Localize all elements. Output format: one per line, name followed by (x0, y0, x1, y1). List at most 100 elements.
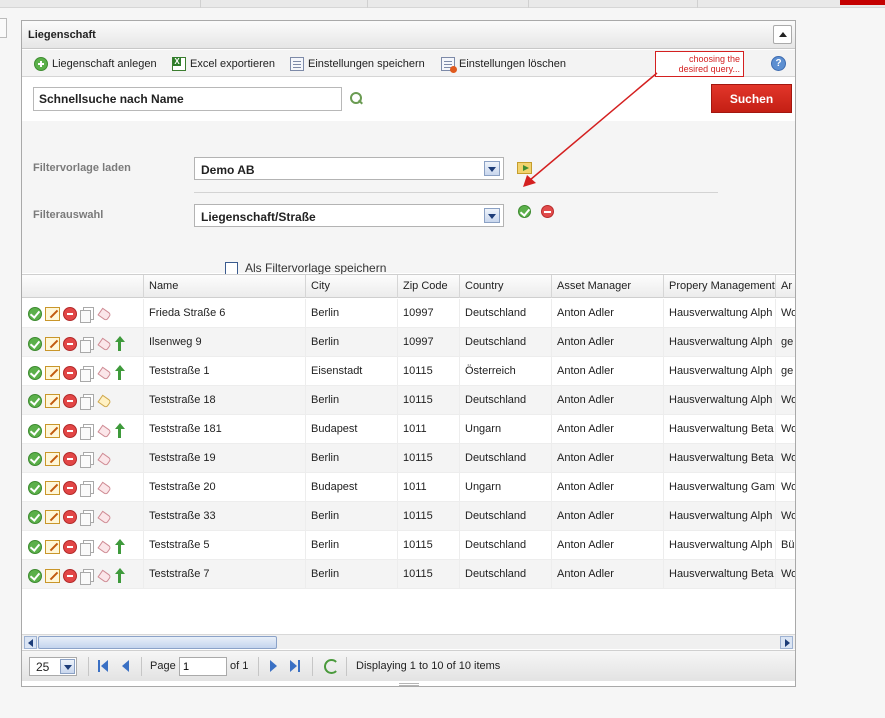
filter-selection-select[interactable]: Liegenschaft/Straße (194, 204, 504, 227)
activate-icon[interactable] (28, 307, 42, 321)
header-col-asset-manager[interactable]: Asset Manager (552, 275, 664, 298)
table-row[interactable]: Teststraße 18 Berlin 10115 Deutschland Anton… (22, 386, 795, 415)
delete-icon[interactable] (63, 307, 77, 321)
previous-page-icon[interactable] (118, 660, 132, 673)
activate-icon[interactable] (28, 423, 42, 438)
search-button[interactable]: Suchen (711, 84, 792, 113)
search-options-icon[interactable] (350, 92, 364, 106)
delete-icon[interactable] (63, 423, 77, 438)
tag-icon[interactable] (97, 570, 111, 582)
tag-icon[interactable] (97, 367, 111, 379)
activate-icon[interactable] (28, 336, 42, 351)
export-excel-button[interactable]: Excel exportieren (172, 55, 275, 72)
edit-icon[interactable] (45, 365, 60, 380)
resize-grip[interactable] (399, 683, 419, 686)
copy-icon[interactable] (80, 307, 94, 323)
refresh-icon[interactable] (324, 659, 339, 674)
edit-icon[interactable] (45, 394, 60, 408)
edit-icon[interactable] (45, 481, 60, 495)
header-col-city[interactable]: City (306, 275, 398, 298)
scroll-left-icon[interactable] (24, 636, 37, 649)
quick-search-input[interactable] (33, 87, 342, 111)
arrow-up-icon[interactable] (114, 336, 126, 351)
copy-icon[interactable] (80, 423, 94, 440)
page-number-input[interactable] (179, 657, 227, 676)
edit-icon[interactable] (45, 307, 60, 321)
remove-filter-icon[interactable] (541, 205, 554, 218)
copy-icon[interactable] (80, 539, 94, 556)
delete-icon[interactable] (63, 510, 77, 524)
delete-icon[interactable] (63, 539, 77, 554)
last-page-icon[interactable] (287, 660, 301, 673)
activate-icon[interactable] (28, 452, 42, 466)
table-row[interactable]: Teststraße 20 Budapest 1011 Ungarn Anton Adl… (22, 473, 795, 502)
arrow-up-icon[interactable] (114, 568, 126, 583)
delete-icon[interactable] (63, 452, 77, 466)
activate-icon[interactable] (28, 365, 42, 380)
delete-settings-button[interactable]: Einstellungen löschen (441, 55, 566, 73)
header-col-property-management[interactable]: Propery Management (664, 275, 776, 298)
chevron-down-icon[interactable] (484, 161, 500, 176)
delete-icon[interactable] (63, 336, 77, 351)
header-col-zip[interactable]: Zip Code (398, 275, 460, 298)
activate-icon[interactable] (28, 510, 42, 524)
header-col-country[interactable]: Country (460, 275, 552, 298)
tag-icon[interactable] (97, 395, 111, 407)
add-property-button[interactable]: Liegenschaft anlegen (34, 55, 157, 72)
activate-icon[interactable] (28, 394, 42, 408)
activate-icon[interactable] (28, 539, 42, 554)
first-page-icon[interactable] (97, 660, 111, 673)
arrow-up-icon[interactable] (114, 365, 126, 380)
arrow-up-icon[interactable] (114, 539, 126, 554)
help-icon[interactable]: ? (771, 56, 786, 71)
copy-icon[interactable] (80, 481, 94, 497)
tag-icon[interactable] (97, 308, 111, 320)
table-row[interactable]: Teststraße 19 Berlin 10115 Deutschland Anton… (22, 444, 795, 473)
chevron-down-icon[interactable] (484, 208, 500, 223)
delete-icon[interactable] (63, 481, 77, 495)
tag-icon[interactable] (97, 425, 111, 437)
horizontal-scrollbar[interactable] (22, 634, 795, 649)
header-col-extra[interactable]: Ar (776, 275, 795, 298)
copy-icon[interactable] (80, 452, 94, 468)
edit-icon[interactable] (45, 568, 60, 583)
delete-icon[interactable] (63, 568, 77, 583)
copy-icon[interactable] (80, 394, 94, 410)
chevron-down-icon[interactable] (60, 659, 75, 674)
arrow-up-icon[interactable] (114, 423, 126, 438)
edit-icon[interactable] (45, 510, 60, 524)
tag-icon[interactable] (97, 338, 111, 350)
tag-icon[interactable] (97, 511, 111, 523)
tag-icon[interactable] (97, 453, 111, 465)
table-row[interactable]: Teststraße 7 Berlin 10115 Deutschland Anton … (22, 560, 795, 589)
delete-icon[interactable] (63, 365, 77, 380)
scroll-right-icon[interactable] (780, 636, 793, 649)
load-template-icon[interactable] (517, 162, 532, 174)
table-row[interactable]: Frieda Straße 6 Berlin 10997 Deutschland Ant… (22, 299, 795, 328)
copy-icon[interactable] (80, 510, 94, 526)
collapse-panel-button[interactable] (773, 25, 792, 44)
left-edge-tab[interactable] (0, 18, 7, 38)
header-col-name[interactable]: Name (144, 275, 306, 298)
edit-icon[interactable] (45, 336, 60, 351)
page-size-select[interactable]: 25 (29, 657, 77, 676)
tag-icon[interactable] (97, 541, 111, 553)
edit-icon[interactable] (45, 539, 60, 554)
tag-icon[interactable] (97, 482, 111, 494)
table-row[interactable]: Teststraße 33 Berlin 10115 Deutschland Anton… (22, 502, 795, 531)
edit-icon[interactable] (45, 423, 60, 438)
table-row[interactable]: Ilsenweg 9 Berlin 10997 Deutschland Anton Ad… (22, 328, 795, 357)
table-row[interactable]: Teststraße 181 Budapest 1011 Ungarn Anton Ad… (22, 415, 795, 444)
add-filter-icon[interactable] (518, 205, 531, 218)
copy-icon[interactable] (80, 568, 94, 585)
copy-icon[interactable] (80, 336, 94, 353)
delete-icon[interactable] (63, 394, 77, 408)
copy-icon[interactable] (80, 365, 94, 382)
table-row[interactable]: Teststraße 5 Berlin 10115 Deutschland Anton … (22, 531, 795, 560)
edit-icon[interactable] (45, 452, 60, 466)
activate-icon[interactable] (28, 481, 42, 495)
scrollbar-thumb[interactable] (38, 636, 277, 649)
save-settings-button[interactable]: Einstellungen speichern (290, 55, 425, 72)
table-row[interactable]: Teststraße 1 Eisenstadt 10115 Österreich Ant… (22, 357, 795, 386)
activate-icon[interactable] (28, 568, 42, 583)
